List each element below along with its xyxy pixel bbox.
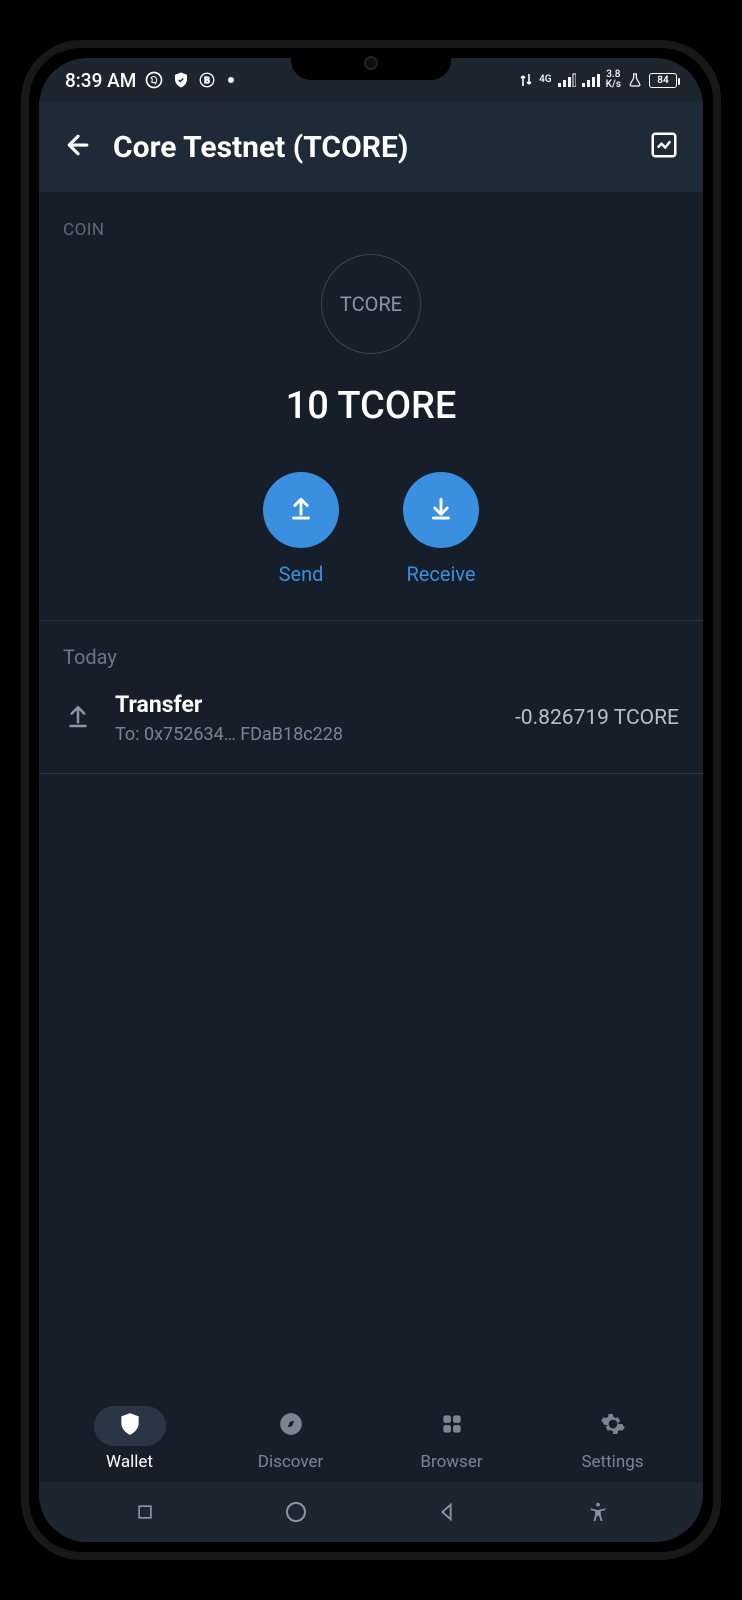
nav-settings-label: Settings	[581, 1452, 643, 1472]
whatsapp-icon	[144, 70, 164, 90]
coin-logo: TCORE	[321, 254, 421, 354]
circle-b-icon: B	[198, 71, 216, 89]
android-recent-button[interactable]	[132, 1499, 158, 1525]
android-nav-bar	[39, 1482, 703, 1542]
data-rate: 3.8K/s	[606, 70, 621, 90]
send-button[interactable]: Send	[263, 472, 339, 586]
accessibility-icon[interactable]	[585, 1499, 611, 1525]
coin-symbol: TCORE	[340, 292, 402, 316]
coin-balance: 10 TCORE	[63, 384, 679, 428]
nav-browser-label: Browser	[420, 1452, 482, 1472]
app-header: Core Testnet (TCORE)	[39, 102, 703, 192]
nav-browser[interactable]: Browser	[416, 1406, 488, 1472]
phone-frame: 8:39 AM B 4G	[21, 40, 721, 1560]
network-type: 4G	[539, 75, 552, 85]
upload-icon	[286, 493, 316, 527]
outgoing-icon	[63, 701, 93, 735]
back-button[interactable]	[63, 130, 93, 164]
grid-icon	[439, 1411, 465, 1442]
front-camera	[364, 56, 378, 70]
nav-wallet-label: Wallet	[106, 1452, 153, 1472]
flask-icon	[627, 72, 643, 88]
screen: 8:39 AM B 4G	[39, 58, 703, 1542]
transaction-amount: -0.826719 TCORE	[515, 706, 679, 730]
data-arrows-icon	[519, 72, 533, 88]
page-title: Core Testnet (TCORE)	[113, 130, 629, 165]
android-back-button[interactable]	[434, 1499, 460, 1525]
transaction-title: Transfer	[115, 691, 493, 718]
gear-icon	[600, 1411, 626, 1442]
main-content: COIN TCORE 10 TCORE Send	[39, 192, 703, 1392]
transactions-section: Today Transfer To: 0x752634… FDaB18c228 …	[39, 621, 703, 774]
display-notch	[291, 48, 451, 80]
signal-bars-icon	[558, 73, 576, 87]
transaction-row[interactable]: Transfer To: 0x752634… FDaB18c228 -0.826…	[39, 691, 703, 774]
nav-discover[interactable]: Discover	[255, 1406, 327, 1472]
coin-section-label: COIN	[63, 220, 679, 240]
notification-dot-icon	[228, 77, 234, 83]
bottom-nav: Wallet Discover Browser	[39, 1392, 703, 1482]
compass-icon	[278, 1411, 304, 1442]
chart-button[interactable]	[649, 130, 679, 164]
nav-discover-label: Discover	[258, 1452, 323, 1472]
coin-section: COIN TCORE 10 TCORE Send	[39, 192, 703, 621]
receive-label: Receive	[406, 562, 475, 586]
shield-check-icon	[172, 71, 190, 89]
shield-icon	[117, 1411, 143, 1442]
send-label: Send	[279, 562, 324, 586]
nav-settings[interactable]: Settings	[577, 1406, 649, 1472]
receive-button[interactable]: Receive	[403, 472, 479, 586]
battery-indicator: 84	[649, 73, 677, 88]
android-home-button[interactable]	[283, 1499, 309, 1525]
nav-wallet[interactable]: Wallet	[94, 1406, 166, 1472]
download-icon	[426, 493, 456, 527]
svg-text:B: B	[205, 76, 211, 85]
signal-bars-2-icon	[582, 73, 600, 87]
transaction-subtitle: To: 0x752634… FDaB18c228	[115, 724, 493, 745]
transactions-day-label: Today	[63, 645, 679, 669]
status-time: 8:39 AM	[65, 69, 136, 92]
